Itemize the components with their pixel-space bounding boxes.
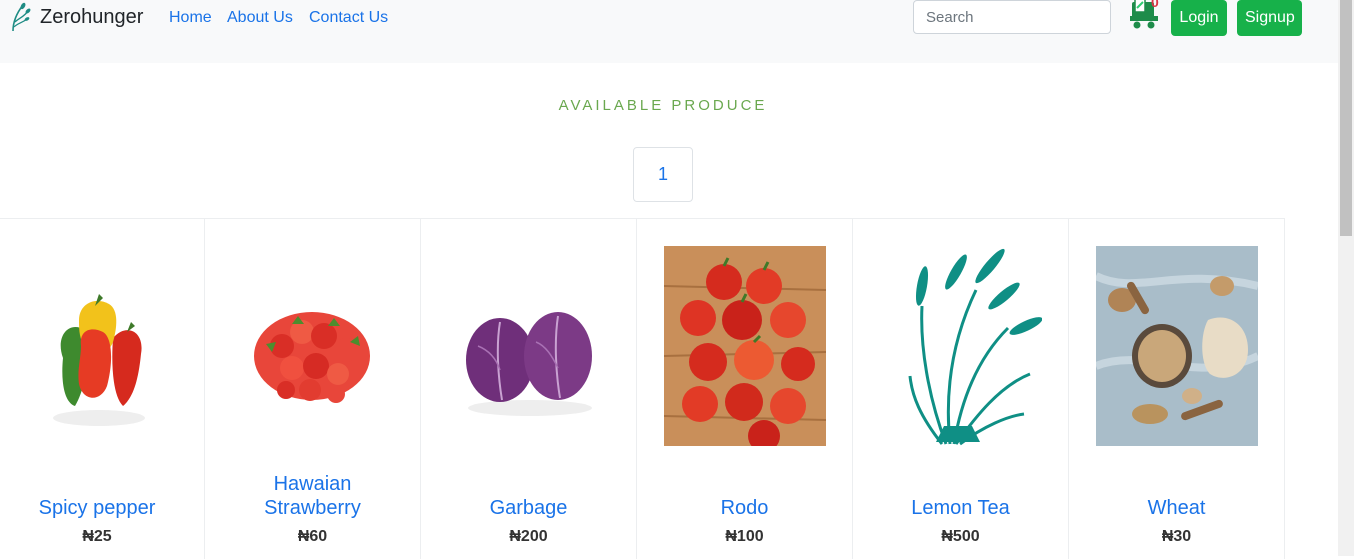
strawberry-image[interactable]: [232, 246, 394, 446]
product-name[interactable]: Wheat: [1069, 496, 1284, 520]
product-price: ₦200: [509, 528, 548, 545]
scrollbar-thumb[interactable]: [1340, 0, 1352, 236]
wheat-grain-image[interactable]: [1096, 246, 1258, 446]
search-input[interactable]: [913, 0, 1111, 34]
pagination-page-1[interactable]: 1: [633, 147, 693, 202]
product-price: ₦100: [725, 528, 764, 545]
section-title: AVAILABLE PRODUCE: [558, 97, 768, 114]
habanero-pepper-image[interactable]: [664, 246, 826, 446]
product-card[interactable]: Hawaian Strawberry ₦60: [205, 219, 421, 559]
product-name[interactable]: Garbage: [421, 496, 636, 520]
product-grid: Spicy pepper ₦25 Hawaian Strawberry ₦60 …: [0, 218, 1285, 559]
product-name[interactable]: Lemon Tea: [853, 496, 1068, 520]
product-card[interactable]: Lemon Tea ₦500: [853, 219, 1069, 559]
product-card[interactable]: Garbage ₦200: [421, 219, 637, 559]
signup-button[interactable]: Signup: [1237, 0, 1302, 36]
nav-link-contact-us[interactable]: Contact Us: [309, 9, 388, 27]
product-name[interactable]: Spicy pepper: [0, 496, 204, 520]
bell-pepper-image[interactable]: [17, 246, 179, 446]
nav-link-home[interactable]: Home: [169, 9, 212, 27]
product-card[interactable]: Spicy pepper ₦25: [0, 219, 205, 559]
lemongrass-image[interactable]: [880, 246, 1042, 446]
wheat-logo-icon[interactable]: [7, 2, 33, 32]
product-price: ₦60: [297, 528, 328, 545]
product-name[interactable]: Hawaian Strawberry: [205, 472, 420, 520]
nav-link-about-us[interactable]: About Us: [227, 9, 293, 27]
product-price: ₦30: [1161, 528, 1192, 545]
navbar: Zerohunger Home About Us Contact Us 0 Lo…: [0, 0, 1338, 63]
product-price: ₦25: [82, 528, 112, 545]
product-card[interactable]: Rodo ₦100: [637, 219, 853, 559]
product-price: ₦500: [941, 528, 980, 545]
product-name[interactable]: Rodo: [637, 496, 852, 520]
login-button[interactable]: Login: [1171, 0, 1227, 36]
red-cabbage-image[interactable]: [448, 246, 610, 446]
brand-name[interactable]: Zerohunger: [40, 6, 143, 29]
product-card[interactable]: Wheat ₦30: [1069, 219, 1285, 559]
cart-count-badge: 0: [1151, 0, 1159, 10]
